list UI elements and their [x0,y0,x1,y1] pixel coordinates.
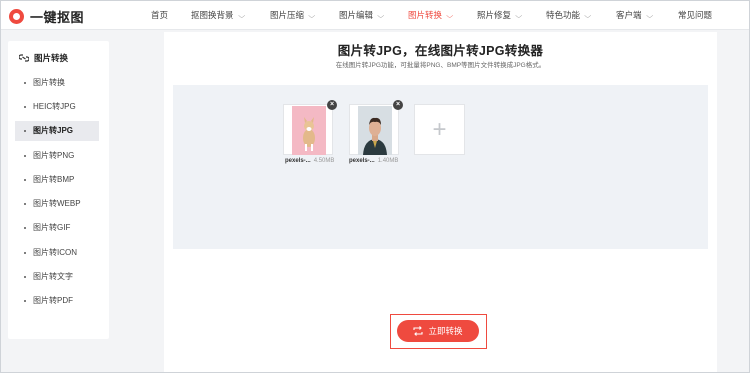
chevron-down-icon: ⌵ [515,13,523,20]
file-card[interactable]: × [283,100,337,155]
file-caption: pexels-... 1.40MB [349,158,399,164]
chevron-down-icon: ⌵ [584,13,592,20]
sidebar-item-to-icon[interactable]: 图片转ICON [15,243,99,263]
sidebar-item-to-pdf[interactable]: 图片转PDF [15,291,99,311]
page-subtitle: 在线图片转JPG功能，可批量将PNG、BMP等图片文件转换成JPG格式。 [335,62,546,69]
sidebar-heading: 图片转换 [19,52,68,64]
file-card[interactable]: × [349,100,403,155]
nav-item-faq[interactable]: 常见问题 [678,1,712,30]
top-nav-bar: 一键抠图 首页 抠图换背景 ⌵ 图片压缩 ⌵ 图片编辑 ⌵ 图片转换 ⌵ 照片修复 ⌵ 特… [1,1,749,30]
convert-button-highlight: 立即转换 [390,314,487,349]
convert-link-icon [19,54,29,62]
chevron-down-icon: ⌵ [377,13,385,20]
convert-arrows-icon [413,326,424,336]
nav-item-restore[interactable]: 照片修复 ⌵ [477,1,523,30]
page-title: 图片转JPG，在线图片转JPG转换器 [337,44,544,58]
sidebar: 图片转换 图片转换 HEIC转JPG 图片转JPG 图片转PNG 图片转BMP … [8,41,109,339]
chevron-down-icon: ⌵ [446,13,454,20]
nav-item-features[interactable]: 特色功能 ⌵ [546,1,592,30]
remove-file-close-icon[interactable]: × [327,100,337,110]
nav-item-cutout[interactable]: 抠图换背景 ⌵ [191,1,245,30]
sidebar-item-image-convert[interactable]: 图片转换 [15,73,99,93]
remove-file-close-icon[interactable]: × [393,100,403,110]
man-portrait-thumbnail [358,106,392,155]
dog-photo-thumbnail [292,106,326,155]
chevron-down-icon: ⌵ [645,13,653,20]
file-caption: pexels-... 4.50MB [285,158,335,164]
chevron-down-icon: ⌵ [308,13,316,20]
nav-item-edit[interactable]: 图片编辑 ⌵ [339,1,385,30]
sidebar-item-to-png[interactable]: 图片转PNG [15,146,99,166]
add-file-button[interactable]: + [414,104,465,155]
convert-now-button[interactable]: 立即转换 [397,320,479,342]
sidebar-item-to-gif[interactable]: 图片转GIF [15,218,99,238]
main-panel: 图片转JPG，在线图片转JPG转换器 在线图片转JPG功能，可批量将PNG、BM… [164,32,717,372]
sidebar-item-to-jpg[interactable]: 图片转JPG [15,121,99,141]
sidebar-item-heic-to-jpg[interactable]: HEIC转JPG [15,97,99,117]
nav-item-home[interactable]: 首页 [151,1,168,30]
sidebar-item-to-text[interactable]: 图片转文字 [15,267,99,287]
upload-area[interactable]: × pexels-...4.50MB × pexels-...1.40MB [173,85,708,249]
chevron-down-icon: ⌵ [237,13,245,20]
nav-item-convert[interactable]: 图片转换 ⌵ [408,1,454,30]
main-nav: 首页 抠图换背景 ⌵ 图片压缩 ⌵ 图片编辑 ⌵ 图片转换 ⌵ 照片修复 ⌵ 特色功能 ⌵ … [1,1,749,30]
nav-item-client[interactable]: 客户端 ⌵ [616,1,653,30]
sidebar-item-to-bmp[interactable]: 图片转BMP [15,170,99,190]
sidebar-item-to-webp[interactable]: 图片转WEBP [15,194,99,214]
nav-item-compress[interactable]: 图片压缩 ⌵ [270,1,316,30]
